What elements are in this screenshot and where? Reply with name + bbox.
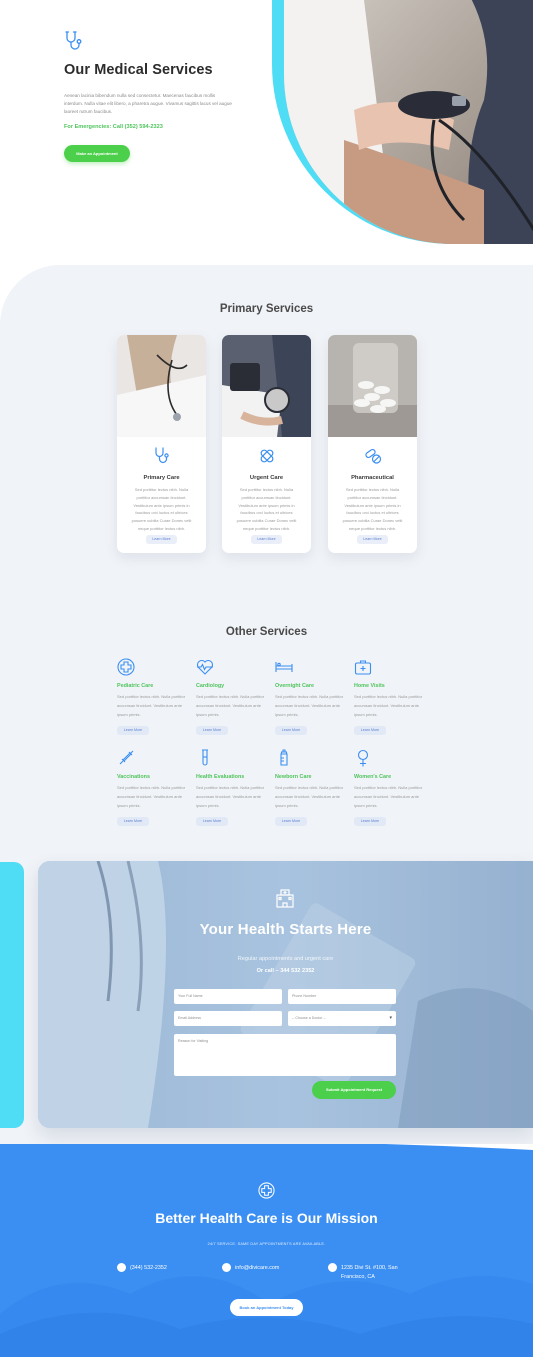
service-name: Newborn Care [275,774,312,780]
email-text: info@divicare.com [235,1265,280,1271]
service-description: Sed porttitor lectus nibh. Nulla porttit… [117,785,186,808]
card-description: Sed porttitor lectus nibh. Nulla porttit… [236,487,297,531]
phone-icon [117,1263,126,1272]
learn-more-button[interactable]: Learn More [196,817,228,826]
reason-field[interactable]: Reason for Visiting [174,1034,396,1076]
learn-more-button[interactable]: Learn More [354,726,386,735]
bandage-icon [260,449,274,463]
phone-text: (344) 532-2352 [130,1265,167,1271]
medical-cross-icon [117,658,135,676]
heart-pulse-icon [196,659,214,675]
cta-subtitle: Regular appointments and urgent care [237,956,334,962]
hero-description: Aenean lacinia bibendum nulla sed consec… [64,93,232,114]
learn-more-button[interactable]: Learn More [146,535,177,544]
service-name: Health Evaluations [196,774,245,780]
service-name: Vaccinations [117,774,150,780]
service-description: Sed porttitor lectus nibh. Nulla porttit… [275,694,344,717]
learn-more-button[interactable]: Learn More [117,726,149,735]
service-card-urgent-care[interactable]: Urgent Care Sed porttitor lectus nibh. N… [222,335,311,553]
service-description: Sed porttitor lectus nibh. Nulla porttit… [196,694,265,717]
learn-more-button[interactable]: Learn More [354,817,386,826]
service-name: Overnight Care [275,683,314,689]
service-description: Sed porttitor lectus nibh. Nulla porttit… [354,785,423,808]
submit-appointment-button[interactable]: Submit Appointment Request [312,1081,396,1099]
doctor-stethoscope-photo [117,335,206,437]
hospital-icon [276,889,294,908]
stethoscope-icon [155,447,169,464]
page-title: Our Medical Services [64,62,213,78]
card-title: Pharmaceutical [351,475,394,481]
chevron-down-icon: ▾ [389,1015,392,1021]
hero-photo-frame [284,0,533,244]
learn-more-button[interactable]: Learn More [251,535,282,544]
footer-tagline: 24/7 SERVICE. SAME DAY APPOINTMENTS ARE … [207,1242,326,1246]
hospital-bed-icon [275,662,293,672]
primary-services-title: Primary Services [219,303,314,315]
card-description: Sed porttitor lectus nibh. Nulla porttit… [131,487,192,531]
learn-more-button[interactable]: Learn More [117,817,149,826]
syringe-icon [119,750,134,765]
hero-photo [272,0,533,245]
blood-pressure-photo [284,0,533,244]
other-services-title: Other Services [225,626,308,638]
full-name-field[interactable]: Your Full Name [174,989,282,1004]
blood-pressure-photo [222,335,311,437]
female-symbol-icon [357,749,369,767]
email-icon [222,1263,231,1272]
service-card-pharmaceutical[interactable]: Pharmaceutical Sed porttitor lectus nibh… [328,335,417,553]
footer: Better Health Care is Our Mission 24/7 S… [0,1144,533,1357]
service-name: Pediatric Care [117,683,154,689]
service-name: Cardiology [196,683,225,689]
test-tube-icon [202,749,208,766]
doctor-select-value: -- Choose a Doctor -- [292,1016,326,1020]
medical-kit-icon [354,660,372,675]
learn-more-button[interactable]: Learn More [357,535,388,544]
hero-section: Our Medical Services Aenean lacinia bibe… [0,0,533,265]
address-text: 1235 Divi St. #100, San Francisco, CA [341,1265,398,1280]
card-title: Urgent Care [249,475,284,481]
baby-bottle-icon [280,749,288,766]
service-name: Home Visits [354,683,385,689]
pills-icon [365,448,382,464]
service-description: Sed porttitor lectus nibh. Nulla porttit… [354,694,423,717]
email-field[interactable]: Email Address [174,1011,282,1026]
learn-more-button[interactable]: Learn More [275,817,307,826]
card-description: Sed porttitor lectus nibh. Nulla porttit… [342,487,403,531]
medical-cross-icon [258,1182,275,1199]
service-description: Sed porttitor lectus nibh. Nulla porttit… [275,785,344,808]
footer-wave-background [0,1144,533,1357]
phone-field[interactable]: Phone Number [288,989,396,1004]
doctor-select[interactable]: -- Choose a Doctor -- ▾ [288,1011,396,1026]
location-pin-icon [328,1263,337,1272]
emergency-phone[interactable]: For Emergencies: Call (352) 594-2323 [64,124,163,130]
make-appointment-button[interactable]: Make an Appointment [64,145,130,162]
pills-photo [328,335,417,437]
footer-title: Better Health Care is Our Mission [155,1210,378,1226]
cta-accent-bar [0,862,24,1128]
service-card-primary-care[interactable]: Primary Care Sed porttitor lectus nibh. … [117,335,206,553]
learn-more-button[interactable]: Learn More [275,726,307,735]
book-appointment-button[interactable]: Book an Appointment Today [230,1299,303,1316]
stethoscope-icon [65,31,82,50]
cta-title: Your Health Starts Here [199,921,372,938]
service-description: Sed porttitor lectus nibh. Nulla porttit… [117,694,186,717]
service-name: Women's Care [354,774,392,780]
appointment-section: Your Health Starts Here Regular appointm… [38,861,533,1128]
learn-more-button[interactable]: Learn More [196,726,228,735]
card-title: Primary Care [143,475,180,481]
service-description: Sed porttitor lectus nibh. Nulla porttit… [196,785,265,808]
cta-call[interactable]: Or call – 344 532 2352 [38,968,533,974]
